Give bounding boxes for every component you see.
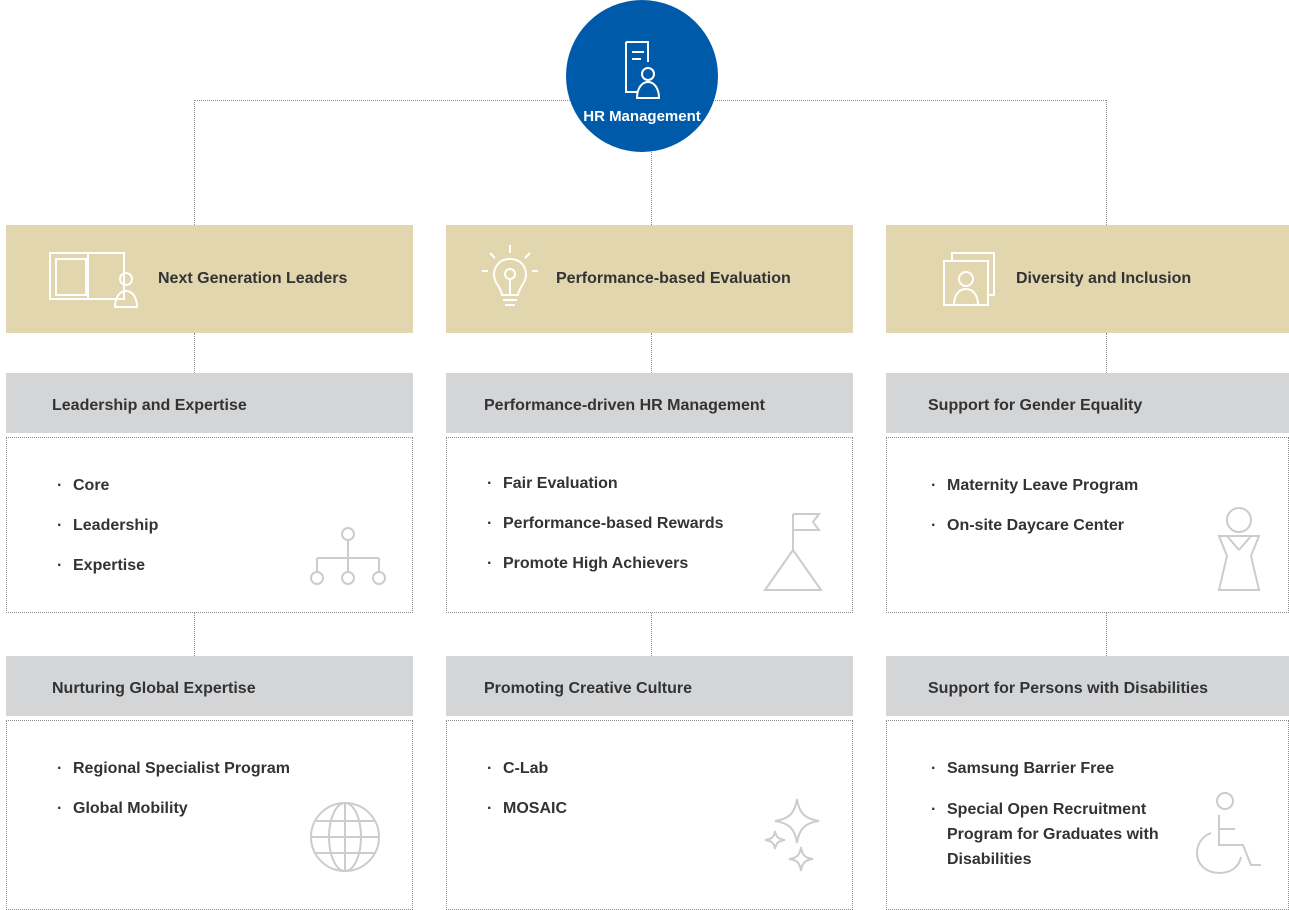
item-list: Samsung Barrier Free Special Open Recrui…	[929, 749, 1187, 872]
item-list: Regional Specialist Program Global Mobil…	[55, 749, 290, 829]
connector-col2-a	[651, 333, 652, 373]
wheelchair-icon	[1195, 789, 1267, 880]
subheader-label: Promoting Creative Culture	[484, 680, 693, 697]
list-item: Regional Specialist Program	[55, 749, 290, 789]
list-item: Global Mobility	[55, 789, 290, 829]
subheader-gender-equality: Support for Gender Equality	[886, 373, 1289, 433]
flag-mountain-icon	[761, 510, 825, 599]
subheader-promoting-creative-culture: Promoting Creative Culture	[446, 656, 853, 716]
list-item: Promote High Achievers	[485, 544, 724, 584]
connector-left-drop	[194, 100, 195, 225]
subheader-performance-driven-hr: Performance-driven HR Management	[446, 373, 853, 433]
connector-right-drop	[1106, 100, 1107, 225]
connector-col2-b	[651, 613, 652, 656]
header-label: Next Generation Leaders	[158, 270, 348, 287]
woman-icon	[1215, 506, 1263, 597]
list-item: Expertise	[55, 546, 158, 586]
subheader-label: Performance-driven HR Management	[484, 397, 765, 414]
subheader-label: Nurturing Global Expertise	[52, 680, 256, 697]
item-list: Maternity Leave Program On-site Daycare …	[929, 466, 1138, 546]
list-item: Core	[55, 466, 158, 506]
lightbulb-icon	[480, 243, 540, 318]
header-diversity-and-inclusion: Diversity and Inclusion	[886, 225, 1289, 333]
connector-col1-b	[194, 613, 195, 656]
subheader-label: Support for Persons with Disabilities	[928, 680, 1209, 697]
list-item: Fair Evaluation	[485, 464, 724, 504]
connector-col3-b	[1106, 613, 1107, 656]
header-label: Performance-based Evaluation	[556, 270, 791, 287]
subheader-nurturing-global-expertise: Nurturing Global Expertise	[6, 656, 413, 716]
content-box-creative: C-Lab MOSAIC	[446, 720, 853, 910]
content-box-gender: Maternity Leave Program On-site Daycare …	[886, 437, 1289, 613]
connector-col1-a	[194, 333, 195, 373]
item-list: C-Lab MOSAIC	[485, 749, 567, 829]
item-list: Fair Evaluation Performance-based Reward…	[485, 464, 724, 584]
connector-col3-a	[1106, 333, 1107, 373]
globe-icon	[307, 799, 383, 880]
connector-center-drop	[651, 152, 652, 225]
header-next-generation-leaders: Next Generation Leaders	[6, 225, 413, 333]
list-item: Leadership	[55, 506, 158, 546]
list-item: Samsung Barrier Free	[929, 749, 1187, 789]
list-item: On-site Daycare Center	[929, 506, 1138, 546]
root-node-hr-management: HR Management	[566, 0, 718, 152]
item-list: Core Leadership Expertise	[55, 466, 158, 586]
list-item: Performance-based Rewards	[485, 504, 724, 544]
root-label: HR Management	[583, 108, 701, 125]
list-item: C-Lab	[485, 749, 567, 789]
header-performance-based-evaluation: Performance-based Evaluation	[446, 225, 853, 333]
subheader-persons-with-disabilities: Support for Persons with Disabilities	[886, 656, 1289, 716]
profile-cards-icon	[942, 251, 998, 312]
content-box-global: Regional Specialist Program Global Mobil…	[6, 720, 413, 910]
document-person-icon	[624, 40, 661, 105]
subheader-leadership-and-expertise: Leadership and Expertise	[6, 373, 413, 433]
list-item: MOSAIC	[485, 789, 567, 829]
subheader-label: Support for Gender Equality	[928, 397, 1143, 414]
list-item: Special Open Recruitment Program for Gra…	[929, 797, 1187, 872]
content-box-performance: Fair Evaluation Performance-based Reward…	[446, 437, 853, 613]
content-box-leadership: Core Leadership Expertise	[6, 437, 413, 613]
book-person-icon	[48, 249, 144, 314]
org-chart-icon	[305, 526, 391, 595]
content-box-disabilities: Samsung Barrier Free Special Open Recrui…	[886, 720, 1289, 910]
header-label: Diversity and Inclusion	[1016, 270, 1192, 287]
sparkle-icon	[763, 797, 823, 882]
subheader-label: Leadership and Expertise	[52, 397, 247, 414]
list-item: Maternity Leave Program	[929, 466, 1138, 506]
